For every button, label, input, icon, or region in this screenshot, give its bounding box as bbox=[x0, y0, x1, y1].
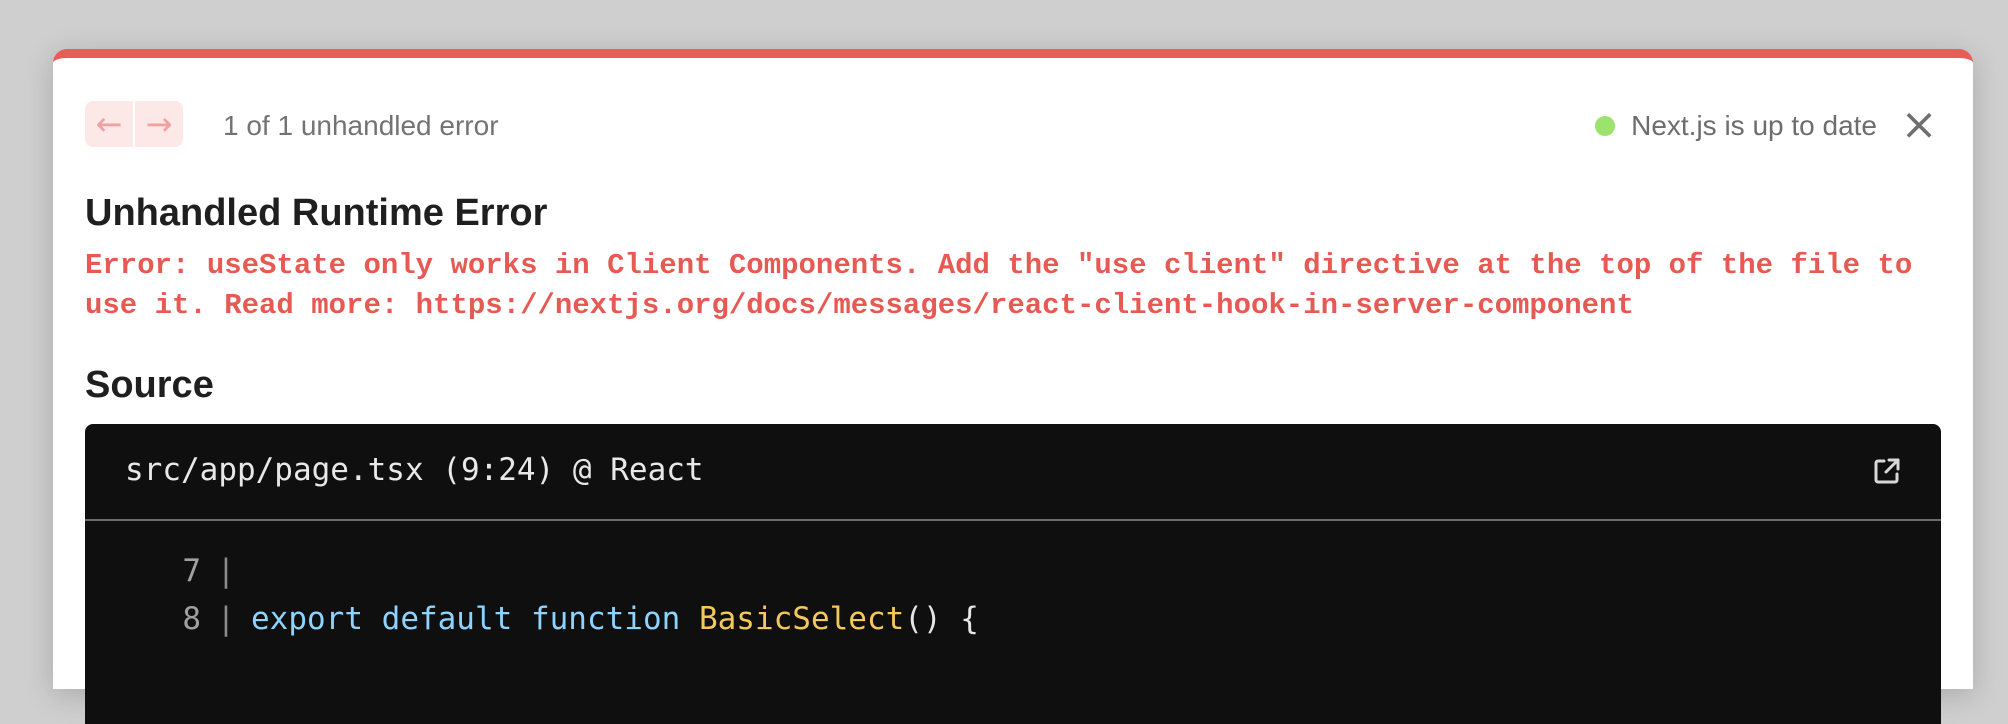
close-icon: × bbox=[1900, 99, 1938, 150]
source-code-line: 8 | export default function BasicSelect() … bbox=[85, 595, 1941, 643]
arrow-right-icon: → bbox=[145, 105, 173, 143]
close-button[interactable]: × bbox=[1897, 103, 1941, 147]
error-title: Unhandled Runtime Error bbox=[85, 192, 548, 234]
source-code-token: default bbox=[381, 601, 513, 637]
error-overlay: ← → 1 of 1 unhandled error Next.js is up… bbox=[53, 49, 1973, 724]
error-message: Error: useState only works in Client Com… bbox=[85, 249, 1913, 322]
source-code-token: () { bbox=[904, 601, 979, 637]
source-code-token: BasicSelect bbox=[698, 601, 905, 637]
source-code-lines: 7 | 8 | export default function BasicSelect(… bbox=[85, 521, 1941, 643]
source-file-header: src/app/page.tsx (9:24) @ React bbox=[85, 424, 1941, 521]
source-code-token: function bbox=[530, 601, 681, 637]
source-code-token bbox=[512, 601, 531, 637]
error-count: 1 of 1 unhandled error bbox=[223, 110, 499, 141]
source-code-line: 7 | bbox=[85, 547, 1941, 595]
source-heading: Source bbox=[85, 364, 214, 406]
error-toolbar: ← → 1 of 1 unhandled error Next.js is up… bbox=[85, 101, 1941, 149]
version-status-label: Next.js is up to date bbox=[1631, 110, 1877, 141]
arrow-left-icon: ← bbox=[95, 105, 123, 143]
next-error-button[interactable]: → bbox=[135, 101, 183, 147]
source-code-token bbox=[363, 601, 382, 637]
source-line-gutter: | bbox=[216, 553, 236, 589]
source-file-location: src/app/page.tsx (9:24) @ React bbox=[125, 452, 704, 488]
previous-error-button[interactable]: ← bbox=[85, 101, 133, 147]
source-line-gutter: | bbox=[216, 601, 236, 637]
external-link-icon[interactable] bbox=[1871, 455, 1903, 487]
source-line-number: 7 bbox=[182, 553, 201, 589]
status-dot-icon bbox=[1595, 116, 1616, 136]
source-code-token bbox=[680, 601, 699, 637]
error-navigation: ← → bbox=[85, 101, 183, 147]
nextjs-version-status: Next.js is up to date bbox=[1595, 110, 1877, 142]
source-line-number: 8 bbox=[182, 601, 201, 637]
source-code-token: export bbox=[251, 601, 363, 637]
source-code-text: export default function BasicSelect() { bbox=[251, 595, 979, 643]
source-code-frame: src/app/page.tsx (9:24) @ React 7 | 8 | expo… bbox=[85, 424, 1941, 724]
